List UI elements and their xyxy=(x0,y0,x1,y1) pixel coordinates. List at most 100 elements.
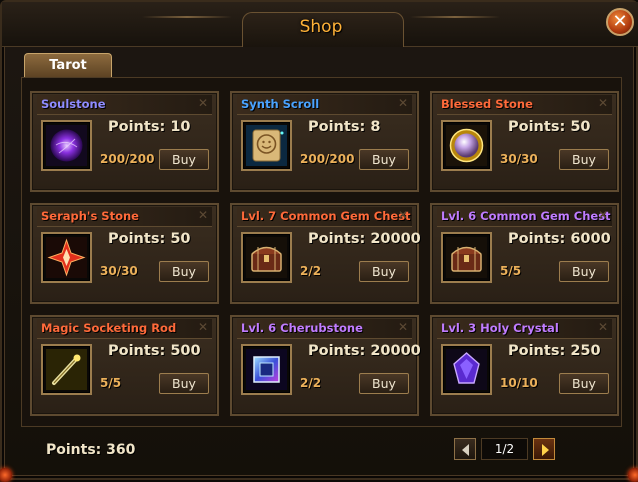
item-icon-frame[interactable] xyxy=(441,344,492,395)
item-points-label: Points: xyxy=(108,119,166,135)
card-close-icon: ✕ xyxy=(197,208,208,222)
close-button[interactable]: ✕ xyxy=(606,8,634,36)
item-card-header: Lvl. 6 Common Gem Chest ✕ xyxy=(437,207,612,227)
item-icon-frame[interactable] xyxy=(241,232,292,283)
card-close-icon: ✕ xyxy=(397,320,408,334)
item-points: Points: 50 xyxy=(508,119,591,135)
item-name: Seraph's Stone xyxy=(41,209,139,223)
item-card-header: Synth Scroll ✕ xyxy=(237,95,412,115)
item-points-value: 6000 xyxy=(570,231,611,247)
synth-scroll-icon xyxy=(246,125,287,166)
item-card-header: Soulstone ✕ xyxy=(37,95,212,115)
points-total: Points: 360 xyxy=(46,442,135,458)
item-card-header: Blessed Stone ✕ xyxy=(437,95,612,115)
card-close-icon: ✕ xyxy=(597,208,608,222)
socketing-rod-icon xyxy=(46,349,87,390)
item-stock: 30/30 xyxy=(100,264,138,278)
item-points-value: 500 xyxy=(170,343,201,359)
item-points: Points: 8 xyxy=(308,119,380,135)
item-grid: Soulstone ✕ Points: 10 200/200 Buy Synth Scro… xyxy=(21,77,622,427)
shop-window: Shop ✕ Tarot Soulstone ✕ Points: 10 200/200… xyxy=(0,0,638,482)
item-points: Points: 50 xyxy=(108,231,191,247)
buy-button[interactable]: Buy xyxy=(559,373,609,394)
item-points: Points: 20000 xyxy=(308,343,421,359)
buy-button[interactable]: Buy xyxy=(559,261,609,282)
item-name: Magic Socketing Rod xyxy=(41,321,177,335)
item-points-label: Points: xyxy=(308,119,366,135)
card-close-icon: ✕ xyxy=(597,96,608,110)
buy-button[interactable]: Buy xyxy=(159,373,209,394)
item-points-label: Points: xyxy=(108,231,166,247)
item-points-value: 50 xyxy=(570,119,591,135)
chevron-right-icon xyxy=(542,444,549,456)
prev-page-button[interactable] xyxy=(454,438,476,460)
item-card: Magic Socketing Rod ✕ Points: 500 5/5 Buy xyxy=(30,315,219,416)
buy-button[interactable]: Buy xyxy=(359,261,409,282)
item-name: Soulstone xyxy=(41,97,106,111)
item-card-header: Magic Socketing Rod ✕ xyxy=(37,319,212,339)
cherubstone-icon xyxy=(246,349,287,390)
item-stock: 200/200 xyxy=(300,152,355,166)
chevron-left-icon xyxy=(462,444,469,456)
item-icon-frame[interactable] xyxy=(441,120,492,171)
item-points: Points: 500 xyxy=(108,343,201,359)
item-card: Seraph's Stone ✕ Points: 50 30/30 Buy xyxy=(30,203,219,304)
item-card: Lvl. 7 Common Gem Chest ✕ Points: 20000 2/2… xyxy=(230,203,421,304)
item-points: Points: 10 xyxy=(108,119,191,135)
item-card-header: Lvl. 6 Cherubstone ✕ xyxy=(237,319,412,339)
item-icon-frame[interactable] xyxy=(41,344,92,395)
item-icon-frame[interactable] xyxy=(41,120,92,171)
item-points-value: 20000 xyxy=(370,231,421,247)
buy-button[interactable]: Buy xyxy=(159,261,209,282)
buy-button[interactable]: Buy xyxy=(359,373,409,394)
item-card-header: Lvl. 7 Common Gem Chest ✕ xyxy=(237,207,412,227)
item-points-label: Points: xyxy=(308,343,366,359)
item-icon-frame[interactable] xyxy=(241,344,292,395)
item-icon-frame[interactable] xyxy=(441,232,492,283)
item-stock: 2/2 xyxy=(300,264,322,278)
card-close-icon: ✕ xyxy=(197,320,208,334)
item-points-value: 50 xyxy=(170,231,191,247)
item-name: Lvl. 3 Holy Crystal xyxy=(441,321,559,335)
next-page-button[interactable] xyxy=(533,438,555,460)
item-stock: 30/30 xyxy=(500,152,538,166)
item-name: Synth Scroll xyxy=(241,97,320,111)
item-points-value: 8 xyxy=(370,119,381,135)
item-points-label: Points: xyxy=(508,343,566,359)
tab-tarot[interactable]: Tarot xyxy=(24,53,112,78)
card-close-icon: ✕ xyxy=(397,208,408,222)
item-card-header: Lvl. 3 Holy Crystal ✕ xyxy=(437,319,612,339)
item-points-label: Points: xyxy=(508,231,566,247)
item-points-label: Points: xyxy=(308,231,366,247)
item-points-value: 20000 xyxy=(370,343,421,359)
item-points-label: Points: xyxy=(108,343,166,359)
item-name: Lvl. 6 Cherubstone xyxy=(241,321,363,335)
card-close-icon: ✕ xyxy=(597,320,608,334)
item-name: Lvl. 7 Common Gem Chest xyxy=(241,209,411,223)
item-card: Lvl. 3 Holy Crystal ✕ Points: 250 10/10 Buy xyxy=(430,315,619,416)
card-close-icon: ✕ xyxy=(397,96,408,110)
buy-button[interactable]: Buy xyxy=(359,149,409,170)
item-stock: 2/2 xyxy=(300,376,322,390)
card-close-icon: ✕ xyxy=(197,96,208,110)
buy-button[interactable]: Buy xyxy=(159,149,209,170)
gem-chest-icon xyxy=(246,237,287,278)
item-icon-frame[interactable] xyxy=(41,232,92,283)
blessed-stone-icon xyxy=(446,125,487,166)
item-points: Points: 6000 xyxy=(508,231,611,247)
item-card: Lvl. 6 Common Gem Chest ✕ Points: 6000 5/5 B… xyxy=(430,203,619,304)
item-points-value: 10 xyxy=(170,119,191,135)
close-icon: ✕ xyxy=(612,11,628,32)
item-card: Synth Scroll ✕ Points: 8 200/200 Buy xyxy=(230,91,419,192)
page-indicator: 1/2 xyxy=(481,438,528,460)
item-stock: 200/200 xyxy=(100,152,155,166)
item-stock: 10/10 xyxy=(500,376,538,390)
item-stock: 5/5 xyxy=(500,264,522,278)
gem-chest-icon xyxy=(446,237,487,278)
item-icon-frame[interactable] xyxy=(241,120,292,171)
item-name: Lvl. 6 Common Gem Chest xyxy=(441,209,611,223)
soulstone-icon xyxy=(46,125,87,166)
item-card: Lvl. 6 Cherubstone ✕ Points: 20000 2/2 Buy xyxy=(230,315,421,416)
buy-button[interactable]: Buy xyxy=(559,149,609,170)
points-total-label: Points: xyxy=(46,442,102,458)
